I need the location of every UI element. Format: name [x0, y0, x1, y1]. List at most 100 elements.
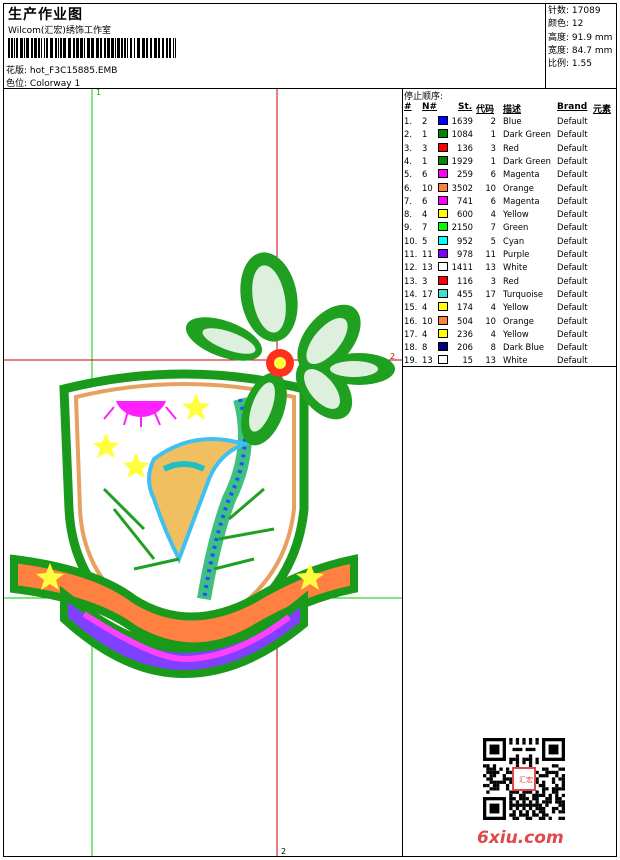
colorway-label: 色位: — [6, 79, 28, 89]
row-needle: 4 — [422, 328, 428, 339]
row-stitches: 455 — [457, 288, 473, 299]
row-needle: 7 — [422, 222, 428, 233]
colorway-line: 色位: Colorway 1 — [6, 76, 80, 89]
stat-scale: 比例: 1.55 — [548, 58, 612, 71]
row-index: 5. — [404, 169, 412, 180]
row-description: Turquoise — [503, 288, 544, 299]
stats-divider — [545, 3, 546, 88]
stat-height: 高度: 91.9 mm — [548, 32, 612, 45]
filename-line: 花版: hot_F3C15885.EMB — [6, 63, 117, 76]
row-brand: Default — [557, 129, 588, 140]
table-row: 16. 10 504 10 Orange Default — [404, 315, 616, 328]
col-header-idx: # — [404, 102, 412, 112]
row-code: 2 — [490, 116, 496, 126]
marker-right: 2 — [390, 352, 396, 361]
row-brand: Default — [557, 195, 588, 206]
row-index: 19. — [404, 355, 418, 366]
row-brand: Default — [557, 249, 588, 259]
row-description: Dark Blue — [503, 342, 545, 353]
row-code: 13 — [485, 355, 496, 366]
row-description: Yellow — [503, 328, 529, 339]
row-description: Orange — [503, 315, 534, 326]
color-swatch — [438, 129, 448, 139]
row-brand: Default — [557, 155, 588, 166]
color-swatch — [438, 182, 448, 192]
color-swatch — [438, 328, 448, 338]
row-code: 11 — [485, 249, 496, 259]
table-row: 7. 6 741 6 Magenta Default — [404, 195, 616, 208]
stat-width-label: 宽度: — [548, 45, 570, 56]
row-stitches: 3502 — [451, 182, 473, 193]
row-needle: 3 — [422, 142, 428, 153]
row-description: Blue — [503, 116, 522, 126]
table-row: 18. 8 206 8 Dark Blue Default — [404, 341, 616, 354]
row-needle: 6 — [422, 169, 428, 180]
stat-height-label: 高度: — [548, 32, 570, 43]
row-brand: Default — [557, 116, 588, 126]
table-row: 9. 7 2150 7 Green Default — [404, 221, 616, 234]
stat-stitches: 针数: 17089 — [548, 5, 612, 18]
stat-scale-label: 比例: — [548, 59, 570, 70]
col-header-st: St. — [458, 102, 473, 112]
stat-width-value: 84.7 mm — [571, 45, 613, 56]
table-row: 17. 4 236 4 Yellow Default — [404, 328, 616, 341]
row-stitches: 978 — [457, 249, 473, 259]
row-description: Red — [503, 142, 519, 153]
row-index: 7. — [404, 195, 412, 206]
row-description: Green — [503, 222, 529, 233]
stat-colors-label: 颜色: — [548, 19, 570, 30]
row-needle: 13 — [422, 262, 433, 273]
row-needle: 5 — [422, 235, 428, 246]
color-swatch — [438, 302, 448, 312]
row-stitches: 1929 — [451, 155, 473, 166]
marker-top: 1 — [96, 88, 102, 97]
color-swatch — [438, 235, 448, 245]
row-description: Red — [503, 275, 519, 286]
row-needle: 1 — [422, 155, 428, 166]
row-index: 9. — [404, 222, 412, 233]
row-code: 3 — [490, 275, 496, 286]
row-description: Dark Green — [503, 155, 551, 166]
table-row: 2. 1 1084 1 Dark Green Default — [404, 128, 616, 141]
row-needle: 3 — [422, 275, 428, 286]
barcode — [8, 38, 176, 58]
row-index: 15. — [404, 302, 418, 313]
stat-scale-value: 1.55 — [571, 59, 592, 70]
row-index: 2. — [404, 129, 412, 140]
row-brand: Default — [557, 288, 588, 299]
table-row: 11. 11 978 11 Purple Default — [404, 248, 616, 261]
row-description: Purple — [503, 249, 530, 259]
row-stitches: 136 — [457, 142, 473, 153]
row-code: 17 — [485, 288, 496, 299]
row-stitches: 174 — [457, 302, 473, 313]
qr-stamp-text: 汇宏 — [519, 776, 533, 784]
stat-height-value: 91.9 mm — [571, 32, 613, 43]
color-swatch — [438, 288, 448, 298]
design-preview — [4, 89, 402, 856]
row-brand: Default — [557, 355, 588, 366]
row-index: 12. — [404, 262, 418, 273]
row-brand: Default — [557, 209, 588, 220]
row-index: 6. — [404, 182, 412, 193]
row-description: Cyan — [503, 235, 525, 246]
table-row: 10. 5 952 5 Cyan Default — [404, 235, 616, 248]
color-swatch — [438, 355, 448, 365]
stat-colors-value: 12 — [571, 19, 584, 30]
row-code: 3 — [490, 142, 496, 153]
stat-width: 宽度: 84.7 mm — [548, 45, 612, 58]
stat-colors: 颜色: 12 — [548, 18, 612, 31]
company-name: Wilcom(汇宏)绣饰工作室 — [8, 26, 111, 36]
row-index: 13. — [404, 275, 418, 286]
row-index: 10. — [404, 235, 418, 246]
row-index: 4. — [404, 155, 412, 166]
color-swatch — [438, 195, 448, 205]
table-row: 15. 4 174 4 Yellow Default — [404, 301, 616, 314]
colorway-value: Colorway 1 — [29, 79, 81, 89]
row-code: 10 — [485, 315, 496, 326]
color-swatch — [438, 142, 448, 152]
row-index: 16. — [404, 315, 418, 326]
row-code: 7 — [490, 222, 496, 233]
row-needle: 4 — [422, 302, 428, 313]
row-needle: 17 — [422, 288, 433, 299]
row-description: Dark Green — [503, 129, 551, 140]
